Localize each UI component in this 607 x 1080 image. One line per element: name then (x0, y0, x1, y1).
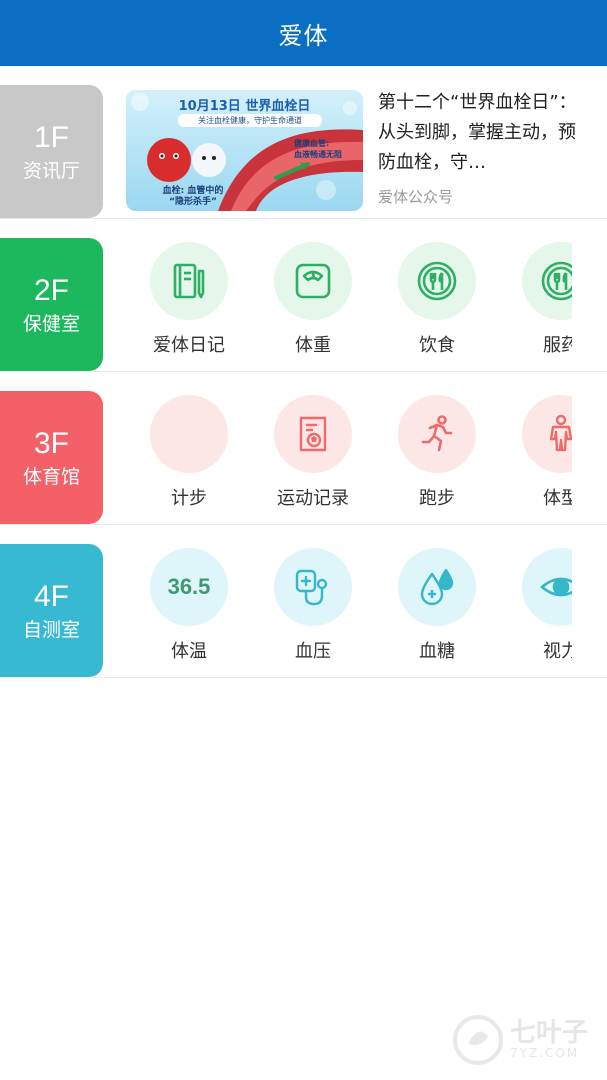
meal-icon (398, 242, 476, 320)
watermark-subtext: 7YZ.COM (510, 1046, 580, 1060)
watermark: 七叶子 7YZ.COM (452, 1010, 602, 1070)
floor-row-2f: 2F 保健室 爱体日记 体重 饮食 服 (0, 219, 607, 372)
item-label: 服药 (543, 335, 572, 356)
item-label: 体重 (295, 335, 331, 356)
floor-tab-4f[interactable]: 4F 自测室 (0, 544, 103, 677)
item-label: 计步 (171, 488, 207, 509)
diary-icon (150, 242, 228, 320)
item-step[interactable]: 计步 (127, 391, 251, 524)
banner-date: 10月13日 (178, 99, 241, 114)
banner-right-line2: 血液畅通无阻 (294, 150, 342, 159)
item-label: 运动记录 (277, 488, 349, 509)
item-label: 视力 (543, 641, 572, 662)
banner-right-note: 健康血管: 血液畅通无阻 (294, 138, 362, 160)
blood-sugar-icon (398, 548, 476, 626)
floor-row-4f: 4F 自测室 36.5 体温 血压 血糖 视 (0, 525, 607, 678)
floor-row-3f: 3F 体育馆 计步 运动记录 跑步 体 (0, 372, 607, 525)
watermark-logo-icon (453, 1015, 503, 1065)
item-exercise-record[interactable]: 运动记录 (251, 391, 375, 524)
item-diary[interactable]: 爱体日记 (127, 238, 251, 371)
item-blood-pressure[interactable]: 血压 (251, 544, 375, 677)
item-meal[interactable]: 饮食 (375, 238, 499, 371)
page-title: 爱体 (278, 21, 329, 50)
floor-3f-items: 计步 运动记录 跑步 体 (103, 391, 572, 524)
floor-number: 4F (33, 579, 69, 613)
banner-left-line1: 血栓: 血管中的 (162, 186, 224, 196)
banner-event: 世界血栓日 (245, 99, 311, 114)
item-label: 体温 (171, 641, 207, 662)
item-label: 饮食 (419, 335, 455, 356)
item-weight[interactable]: 体重 (251, 238, 375, 371)
floor-tab-2f[interactable]: 2F 保健室 (0, 238, 103, 371)
banner-subtitle: 关注血栓健康，守护生命通道 (178, 114, 322, 127)
item-label: 血糖 (419, 641, 455, 662)
scale-icon (274, 242, 352, 320)
banner-headline: 10月13日 世界血栓日 (126, 95, 363, 114)
item-label: 血压 (295, 641, 331, 662)
item-label: 跑步 (419, 488, 455, 509)
blood-pressure-icon (274, 548, 352, 626)
banner-left-line2: “隐形杀手” (169, 197, 217, 207)
floor-name: 资讯厅 (22, 159, 80, 182)
news-title[interactable]: 第十二个“世界血栓日”：从头到脚，掌握主动，预防血栓，守… (378, 88, 578, 178)
floor-name: 自测室 (22, 618, 80, 641)
item-running[interactable]: 跑步 (375, 391, 499, 524)
temperature-icon: 36.5 (150, 548, 228, 626)
item-medicine[interactable]: 服药 (499, 238, 572, 371)
temperature-value: 36.5 (167, 574, 211, 599)
floor-number: 1F (33, 120, 69, 154)
item-vision[interactable]: 视力 (499, 544, 572, 677)
floor-name: 体育馆 (22, 465, 80, 488)
vision-icon (522, 548, 572, 626)
banner-right-line1: 健康血管: (294, 139, 330, 148)
banner-left-note: 血栓: 血管中的 “隐形杀手” (148, 186, 238, 208)
watermark-text: 七叶子 (510, 1018, 589, 1048)
step-icon (150, 395, 228, 473)
news-source: 爱体公众号 (378, 188, 454, 206)
floor-tab-3f[interactable]: 3F 体育馆 (0, 391, 103, 524)
item-label: 体型 (543, 488, 572, 509)
exercise-record-icon (274, 395, 352, 473)
item-temperature[interactable]: 36.5 体温 (127, 544, 251, 677)
floor-name: 保健室 (22, 312, 80, 335)
floor-number: 3F (33, 426, 69, 460)
item-label: 爱体日记 (153, 335, 225, 356)
news-thumbnail[interactable]: 10月13日 世界血栓日 关注血栓健康，守护生命通道 健康血管: 血液畅通无阻 … (126, 90, 363, 211)
floor-number: 2F (33, 273, 69, 307)
floor-tab-1f[interactable]: 1F 资讯厅 (0, 85, 103, 218)
app-header: 爱体 (0, 0, 607, 66)
item-body-shape[interactable]: 体型 (499, 391, 572, 524)
item-blood-sugar[interactable]: 血糖 (375, 544, 499, 677)
floor-row-1f: 1F 资讯厅 10月13日 世界血栓日 关注血栓健康，守护生命通道 健康血管: … (0, 66, 607, 219)
body-shape-icon (522, 395, 572, 473)
medicine-icon (522, 242, 572, 320)
floor-2f-items: 爱体日记 体重 饮食 服 (103, 238, 572, 371)
floor-4f-items: 36.5 体温 血压 血糖 视 (103, 544, 572, 677)
running-icon (398, 395, 476, 473)
